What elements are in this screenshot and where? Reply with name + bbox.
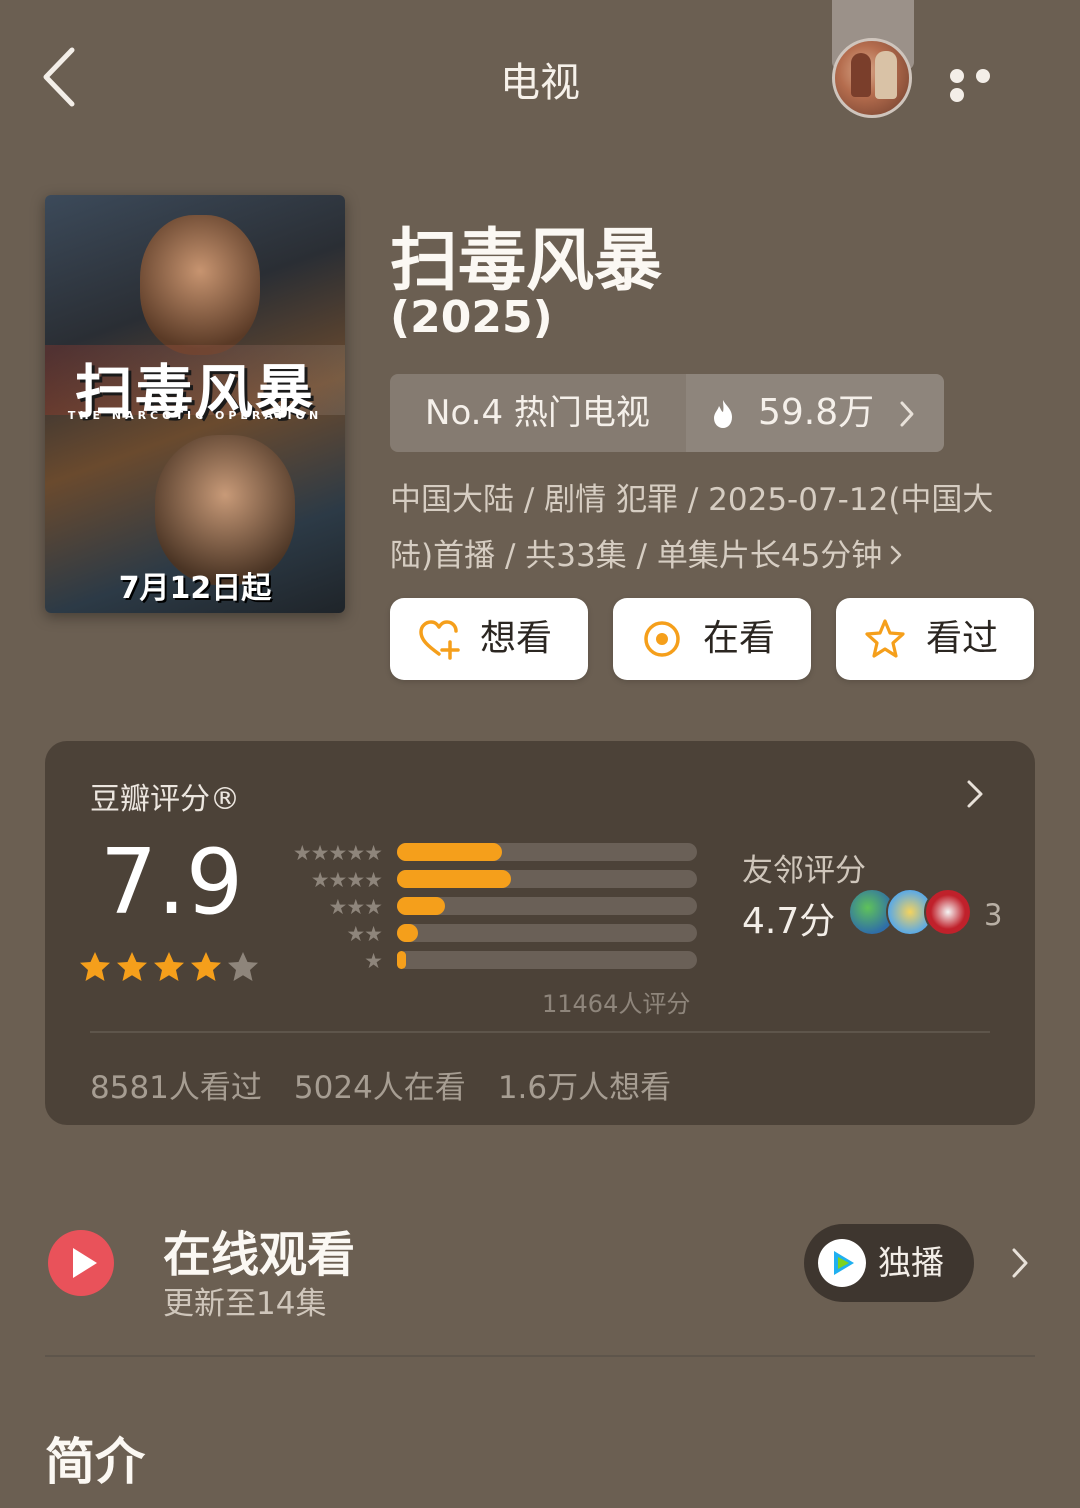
- nav-title: 电视: [500, 60, 580, 106]
- chevron-right-icon[interactable]: [1010, 1246, 1030, 1280]
- heat-value: 59.8万: [758, 392, 875, 433]
- star-icon: [80, 952, 110, 981]
- distribution-bar-5: [397, 843, 502, 861]
- distribution-bar-4: [397, 870, 511, 888]
- chevron-right-icon: [900, 401, 914, 427]
- distribution-bar-1: [397, 951, 406, 969]
- exclusive-platform-button[interactable]: 独播: [804, 1224, 974, 1302]
- friends-count: 3: [984, 898, 1003, 932]
- fire-icon: [714, 400, 732, 428]
- tencent-video-icon: [818, 1239, 866, 1287]
- watching-button[interactable]: 在看: [613, 598, 811, 680]
- target-icon: [644, 621, 680, 657]
- poster-image[interactable]: 扫毒风暴 THE NARCOTIC OPERATION 7月12日起: [45, 195, 345, 613]
- card-divider: [90, 1031, 990, 1033]
- distribution-bar-track: [397, 924, 697, 942]
- stat-want: 1.6万人想看: [497, 1070, 672, 1106]
- distribution-bar-track: [397, 897, 697, 915]
- chevron-right-icon[interactable]: [965, 778, 985, 810]
- rating-count: 11464人评分: [542, 990, 691, 1018]
- watched-label: 看过: [926, 618, 999, 659]
- rank-label: No.4 热门电视: [425, 393, 650, 433]
- friends-rating-label: 友邻评分: [742, 853, 866, 889]
- distribution-stars-3: ★★★: [328, 895, 383, 919]
- distribution-bar-2: [397, 924, 418, 942]
- star-icon: [191, 952, 221, 981]
- user-avatar[interactable]: [832, 38, 912, 118]
- play-icon[interactable]: [48, 1230, 114, 1296]
- distribution-bar-track: [397, 843, 697, 861]
- rating-stars: [78, 950, 263, 984]
- stat-watched: 8581人看过: [90, 1070, 262, 1106]
- star-outline-icon: [865, 619, 905, 658]
- stat-watching: 5024人在看: [293, 1070, 466, 1106]
- distribution-stars-5: ★★★★★: [292, 841, 383, 865]
- want-label: 想看: [480, 618, 553, 659]
- want-button[interactable]: 想看: [390, 598, 588, 680]
- heat-section[interactable]: 59.8万: [686, 374, 944, 452]
- distribution-stars-2: ★★: [346, 922, 383, 946]
- intro-title: 简介: [45, 1433, 145, 1491]
- distribution-stars-1: ★: [364, 949, 383, 973]
- friends-rating-score: 4.7分: [742, 901, 836, 942]
- more-horizontal-icon[interactable]: [950, 68, 1020, 102]
- star-icon: [117, 952, 147, 981]
- poster-english-title: THE NARCOTIC OPERATION: [67, 409, 323, 422]
- watching-label: 在看: [703, 618, 776, 659]
- rank-banner[interactable]: No.4 热门电视 59.8万: [390, 374, 944, 452]
- meta-line-2: 陆)首播 / 共33集 / 单集片长45分钟: [390, 538, 883, 574]
- friend-avatar: [924, 888, 972, 936]
- watched-button[interactable]: 看过: [836, 598, 1034, 680]
- star-icon: [154, 952, 184, 981]
- rating-card-title: 豆瓣评分®: [90, 782, 240, 817]
- show-title: 扫毒风暴: [390, 222, 663, 301]
- rating-score: 7.9: [100, 830, 244, 935]
- show-year: (2025): [390, 292, 553, 343]
- distribution-bar-track: [397, 951, 697, 969]
- distribution-stars-4: ★★★★: [310, 868, 383, 892]
- distribution-bar-3: [397, 897, 445, 915]
- section-divider: [45, 1355, 1035, 1357]
- show-meta[interactable]: 中国大陆 / 剧情 犯罪 / 2025-07-12(中国大 陆)首播 / 共33…: [390, 472, 1030, 584]
- star-icon: [228, 952, 258, 981]
- watch-online-title[interactable]: 在线观看: [163, 1215, 355, 1285]
- exclusive-label: 独播: [878, 1243, 944, 1282]
- chevron-right-icon: [891, 545, 902, 565]
- heart-plus-icon: [419, 620, 460, 660]
- poster-date-text: 7月12日起: [118, 571, 272, 606]
- watch-stats[interactable]: 8581人看过 5024人在看 1.6万人想看: [90, 1062, 703, 1107]
- watch-online-subtitle: 更新至14集: [163, 1286, 327, 1322]
- meta-line-1: 中国大陆 / 剧情 犯罪 / 2025-07-12(中国大: [390, 482, 994, 518]
- distribution-bar-track: [397, 870, 697, 888]
